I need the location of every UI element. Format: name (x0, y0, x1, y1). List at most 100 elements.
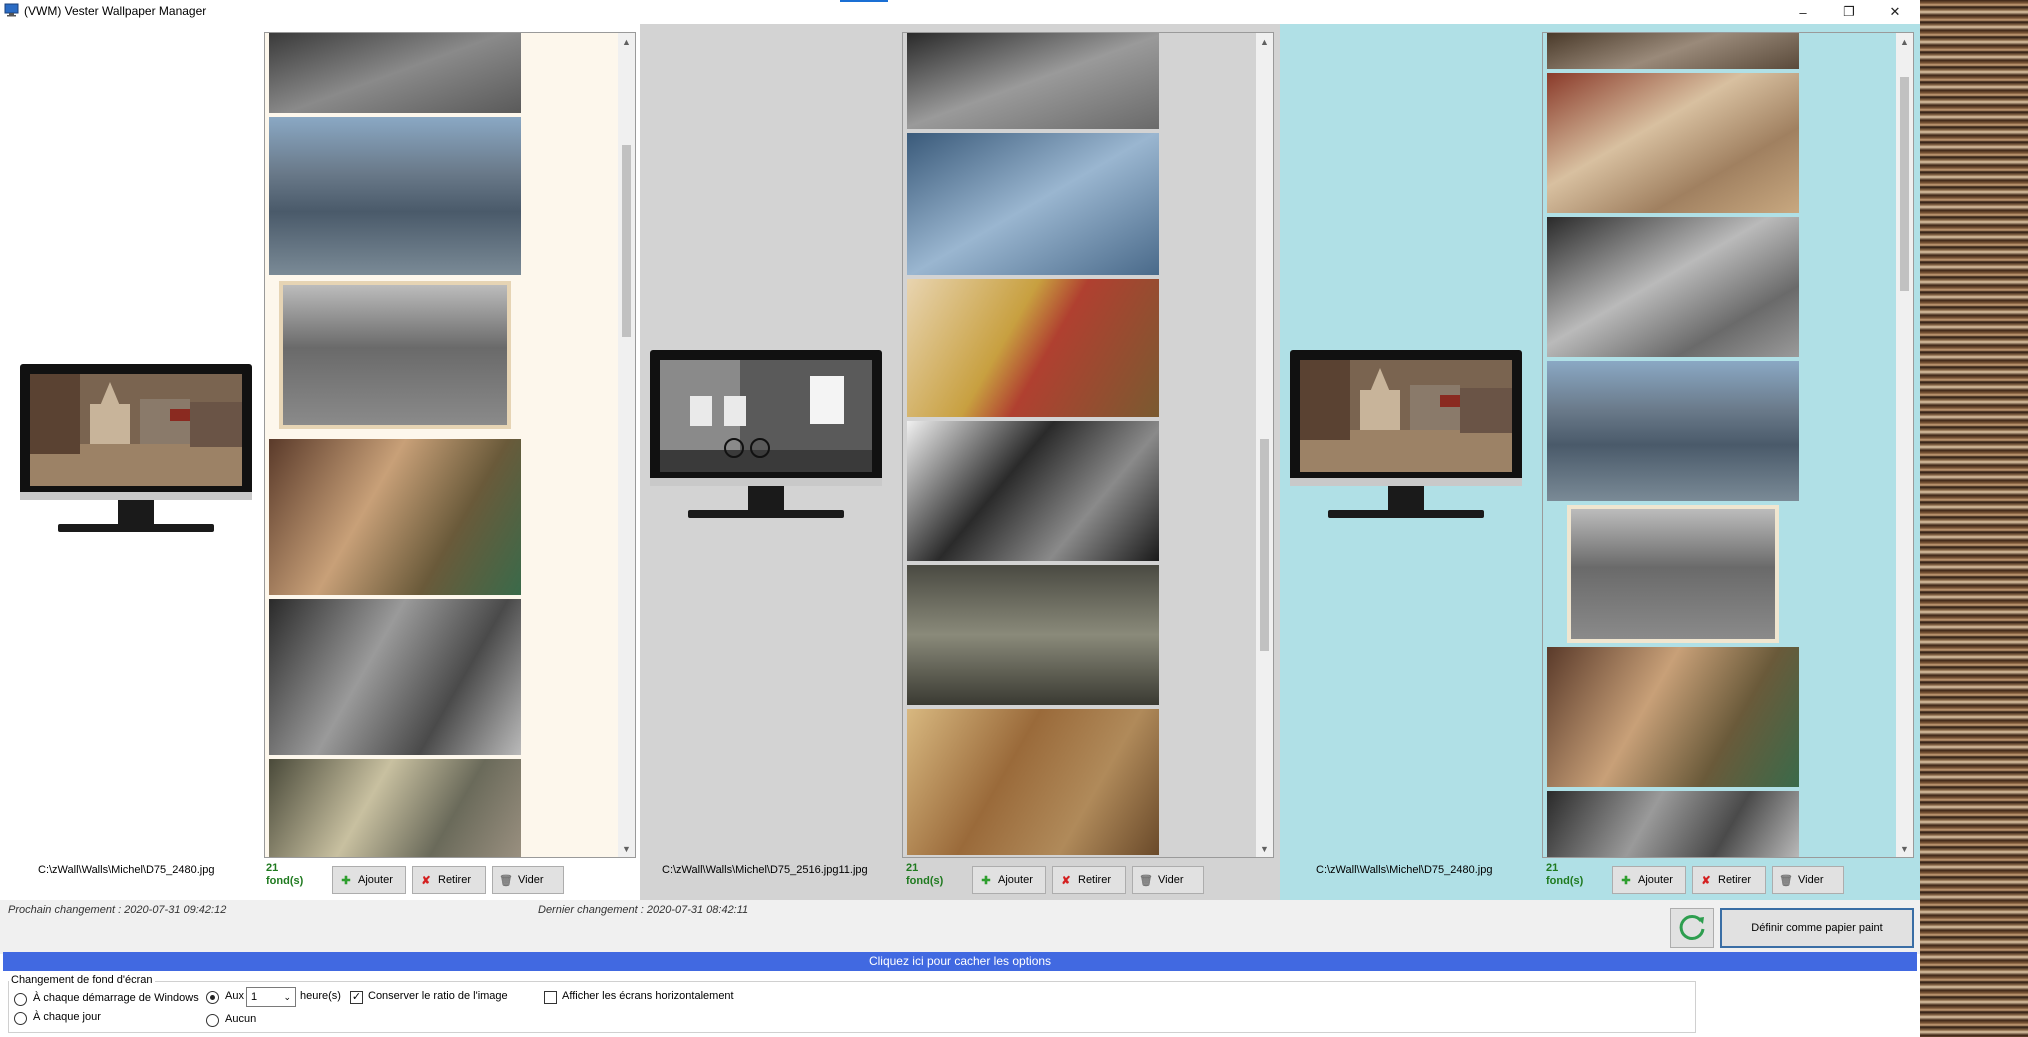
thumbnail[interactable] (269, 33, 521, 113)
interval-select[interactable]: 1 ⌄ (246, 987, 296, 1007)
hours-label: heure(s) (300, 990, 341, 1002)
next-change-text: Prochain changement : 2020-07-31 09:42:1… (8, 904, 227, 916)
thumbnail[interactable] (1547, 33, 1799, 69)
plus-icon: ✚ (981, 874, 991, 887)
thumbnail[interactable] (907, 421, 1159, 561)
thumbnail[interactable] (1547, 73, 1799, 213)
thumbnail[interactable] (269, 117, 521, 275)
set-wallpaper-button[interactable]: Définir comme papier paint (1720, 908, 1914, 948)
scroll-thumb[interactable] (1900, 77, 1909, 291)
every-label: Aux (225, 990, 244, 1002)
monitor-preview (1290, 350, 1522, 520)
scroll-thumb[interactable] (1260, 439, 1269, 651)
x-icon: ✘ (1061, 874, 1071, 887)
title-accent-line (840, 0, 888, 2)
scroll-up-icon[interactable]: ▲ (1896, 33, 1913, 50)
remove-button[interactable]: ✘ Retirer (1052, 866, 1126, 894)
close-icon: ✕ (1889, 4, 1901, 19)
thumbnail[interactable] (907, 133, 1159, 275)
thumbnail[interactable] (1547, 647, 1799, 787)
wallpaper-panel-2: C:\zWall\Walls\Michel\D75_2516.jpg11.jpg… (640, 24, 1280, 900)
window-title: (VWM) Vester Wallpaper Manager (24, 4, 207, 18)
wallpaper-count: 21 fond(s) (906, 862, 944, 887)
trash-icon: 🗑 (499, 874, 513, 887)
preview-image (30, 374, 242, 486)
clear-button[interactable]: 🗑 Vider (1132, 866, 1204, 894)
current-wallpaper-path: C:\zWall\Walls\Michel\D75_2480.jpg (38, 864, 215, 876)
group-title: Changement de fond d'écran (9, 974, 155, 986)
each-day-label: À chaque jour (33, 1011, 101, 1023)
remove-button[interactable]: ✘ Retirer (412, 866, 486, 894)
radio-each-startup[interactable] (14, 993, 27, 1006)
radio-each-day[interactable] (14, 1012, 27, 1025)
horizontal-checkbox[interactable] (544, 991, 557, 1004)
restore-button[interactable]: ❐ (1826, 0, 1872, 24)
wallpaper-panel-1: C:\zWall\Walls\Michel\D75_2480.jpg ▲ ▼ 2… (0, 24, 640, 900)
scroll-down-icon[interactable]: ▼ (1256, 840, 1273, 857)
chevron-down-icon: ⌄ (283, 992, 291, 1002)
thumbnail[interactable] (907, 709, 1159, 855)
thumbnail[interactable] (907, 33, 1159, 129)
thumbnail[interactable] (279, 281, 511, 429)
status-bar: Prochain changement : 2020-07-31 09:42:1… (0, 900, 1920, 954)
wallpaper-panel-3: C:\zWall\Walls\Michel\D75_2480.jpg ▲ ▼ 2… (1280, 24, 1920, 900)
x-icon: ✘ (1701, 874, 1711, 887)
add-button[interactable]: ✚ Ajouter (972, 866, 1046, 894)
current-wallpaper-path: C:\zWall\Walls\Michel\D75_2516.jpg11.jpg (662, 864, 868, 876)
thumbnail[interactable] (1567, 505, 1779, 643)
thumbnail[interactable] (1547, 791, 1799, 857)
clear-button[interactable]: 🗑 Vider (492, 866, 564, 894)
none-label: Aucun (225, 1013, 257, 1025)
radio-every-hours[interactable] (206, 991, 219, 1004)
plus-icon: ✚ (341, 874, 351, 887)
last-change-text: Dernier changement : 2020-07-31 08:42:11 (538, 904, 749, 916)
keep-ratio-label: Conserver le ratio de l'image (368, 990, 508, 1002)
thumbnail-scrollbar[interactable]: ▲ ▼ (1896, 33, 1913, 857)
trash-icon: 🗑 (1139, 874, 1153, 887)
wallpaper-count: 21 fond(s) (266, 862, 304, 887)
thumbnail[interactable] (269, 599, 521, 755)
refresh-icon (1677, 912, 1707, 945)
title-bar: (VWM) Vester Wallpaper Manager – ❐ ✕ (0, 0, 1920, 24)
thumbnail[interactable] (269, 759, 521, 857)
each-startup-label: À chaque démarrage de Windows (33, 992, 199, 1004)
add-button[interactable]: ✚ Ajouter (1612, 866, 1686, 894)
refresh-button[interactable] (1670, 908, 1714, 948)
current-wallpaper-path: C:\zWall\Walls\Michel\D75_2480.jpg (1316, 864, 1493, 876)
x-icon: ✘ (421, 874, 431, 887)
keep-ratio-checkbox[interactable]: ✓ (350, 991, 363, 1004)
radio-none[interactable] (206, 1014, 219, 1027)
restore-icon: ❐ (1843, 4, 1855, 19)
horizontal-label: Afficher les écrans horizontalement (562, 990, 734, 1002)
thumbnail[interactable] (907, 279, 1159, 417)
app-monitor-icon (4, 3, 19, 17)
scroll-down-icon[interactable]: ▼ (618, 840, 635, 857)
scroll-up-icon[interactable]: ▲ (618, 33, 635, 50)
thumbnail[interactable] (1547, 217, 1799, 357)
plus-icon: ✚ (1621, 874, 1631, 887)
minimize-icon: – (1799, 4, 1807, 20)
close-button[interactable]: ✕ (1872, 0, 1918, 24)
thumbnail-list[interactable]: ▲ ▼ (1542, 32, 1914, 858)
thumbnail[interactable] (907, 565, 1159, 705)
trash-icon: 🗑 (1779, 874, 1793, 887)
desktop-background-strip (1920, 0, 2028, 1037)
thumbnail-scrollbar[interactable]: ▲ ▼ (618, 33, 635, 857)
scroll-down-icon[interactable]: ▼ (1896, 840, 1913, 857)
remove-button[interactable]: ✘ Retirer (1692, 866, 1766, 894)
thumbnail-list[interactable]: ▲ ▼ (902, 32, 1274, 858)
scroll-up-icon[interactable]: ▲ (1256, 33, 1273, 50)
thumbnail-scrollbar[interactable]: ▲ ▼ (1256, 33, 1273, 857)
thumbnail[interactable] (1547, 361, 1799, 501)
clear-button[interactable]: 🗑 Vider (1772, 866, 1844, 894)
toggle-options-bar[interactable]: Cliquez ici pour cacher les options (3, 952, 1917, 971)
scroll-thumb[interactable] (622, 145, 631, 337)
wallpaper-count: 21 fond(s) (1546, 862, 1584, 887)
thumbnail[interactable] (269, 439, 521, 595)
add-button[interactable]: ✚ Ajouter (332, 866, 406, 894)
monitor-preview (20, 364, 252, 534)
preview-image (1300, 360, 1512, 472)
monitor-preview (650, 350, 882, 520)
thumbnail-list[interactable]: ▲ ▼ (264, 32, 636, 858)
minimize-button[interactable]: – (1780, 0, 1826, 24)
